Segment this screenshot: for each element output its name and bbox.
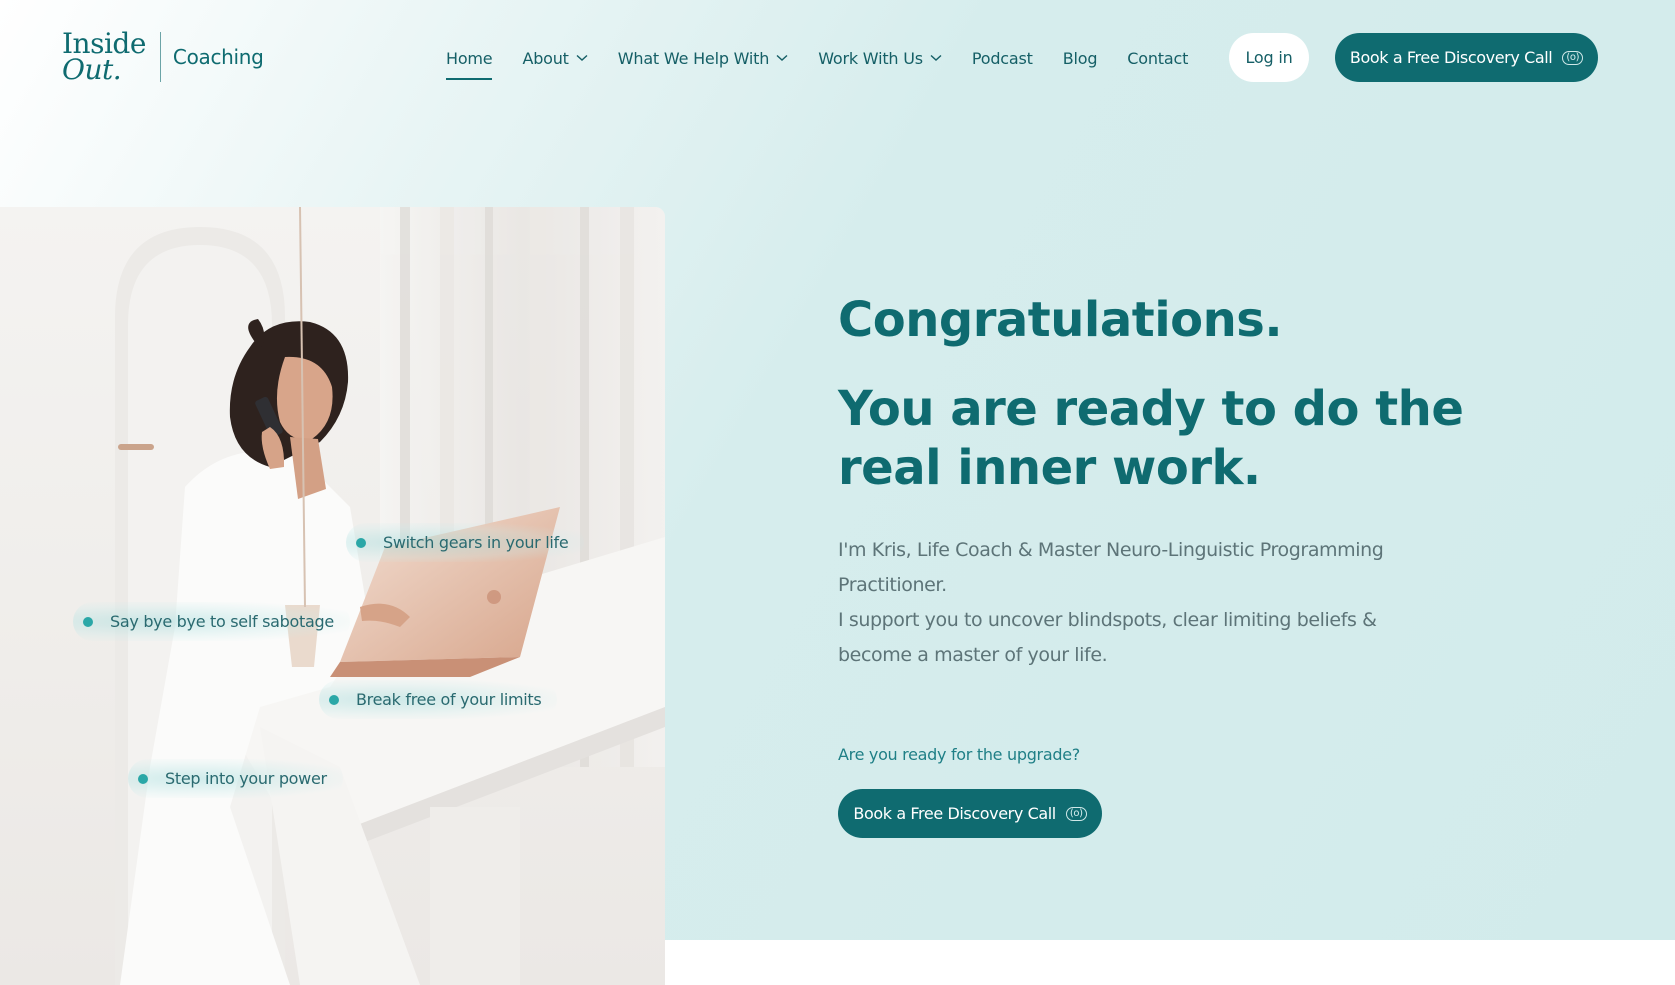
nav-item-work-with-us[interactable]: Work With Us xyxy=(818,44,942,72)
nav-item-home[interactable]: Home xyxy=(446,44,493,80)
nav-item-blog[interactable]: Blog xyxy=(1063,44,1098,72)
bullet-dot xyxy=(329,694,339,705)
cta-label: Book a Free Discovery Call xyxy=(853,804,1056,823)
paragraph-line: become a master of your life. xyxy=(838,644,1108,666)
nav-label: Work With Us xyxy=(818,48,923,68)
hero-intro-paragraph: I'm Kris, Life Coach & Master Neuro-Ling… xyxy=(838,533,1438,673)
logo-subtitle: Coaching xyxy=(172,45,264,69)
main-nav: Home About What We Help With Work With U… xyxy=(446,44,1218,80)
book-call-hero-button[interactable]: Book a Free Discovery Call (o) xyxy=(838,789,1102,838)
hero-subtitle: You are ready to do the real inner work. xyxy=(838,381,1464,496)
bullet-break-free: Break free of your limits xyxy=(319,680,558,719)
logo-line-2: Out. xyxy=(62,53,122,86)
paragraph-line: Practitioner. xyxy=(838,574,947,596)
nav-item-contact[interactable]: Contact xyxy=(1127,44,1188,72)
bullet-text: Break free of your limits xyxy=(356,690,542,709)
chevron-down-icon xyxy=(930,54,942,61)
bullet-self-sabotage: Say bye bye to self sabotage xyxy=(73,602,350,641)
bullet-text: Say bye bye to self sabotage xyxy=(110,612,334,631)
upgrade-prompt: Are you ready for the upgrade? xyxy=(838,745,1080,764)
logo-mark: Inside Out. xyxy=(62,30,146,86)
cta-label: Book a Free Discovery Call xyxy=(1349,48,1553,67)
nav-label: Contact xyxy=(1127,48,1189,68)
nav-label: Podcast xyxy=(971,48,1033,68)
bullet-switch-gears: Switch gears in your life xyxy=(346,523,585,562)
broadcast-icon: (o) xyxy=(1065,806,1087,821)
bullet-dot xyxy=(138,773,148,784)
broadcast-icon: (o) xyxy=(1562,50,1584,65)
paragraph-line: I'm Kris, Life Coach & Master Neuro-Ling… xyxy=(838,539,1384,561)
bullet-text: Switch gears in your life xyxy=(383,533,569,552)
nav-item-what-we-help-with[interactable]: What We Help With xyxy=(618,44,788,72)
site-logo[interactable]: Inside Out. Coaching xyxy=(62,30,264,84)
nav-label: Blog xyxy=(1062,48,1098,68)
login-label: Log in xyxy=(1245,48,1293,67)
hero-title: Congratulations. xyxy=(838,292,1283,348)
bullet-dot xyxy=(356,537,366,548)
logo-divider xyxy=(159,32,161,82)
chevron-down-icon xyxy=(776,54,788,61)
chevron-down-icon xyxy=(576,54,588,61)
book-call-header-button[interactable]: Book a Free Discovery Call (o) xyxy=(1335,33,1598,82)
nav-item-about[interactable]: About xyxy=(522,44,588,72)
coach-photo-illustration xyxy=(115,207,665,985)
bullet-text: Step into your power xyxy=(165,769,327,788)
section-divider-band xyxy=(665,940,1675,985)
login-button[interactable]: Log in xyxy=(1229,33,1309,82)
bullet-dot xyxy=(83,616,93,627)
nav-label: About xyxy=(522,48,569,68)
bullet-step-into-power: Step into your power xyxy=(128,759,343,798)
hero-photo: Switch gears in your life Say bye bye to… xyxy=(0,207,665,985)
nav-label: What We Help With xyxy=(617,48,770,68)
paragraph-line: I support you to uncover blindspots, cle… xyxy=(838,609,1377,631)
nav-label: Home xyxy=(446,48,493,68)
nav-item-podcast[interactable]: Podcast xyxy=(972,44,1033,72)
